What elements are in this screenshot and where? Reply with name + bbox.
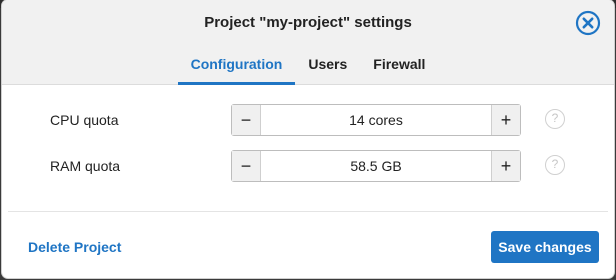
cpu-quota-row: CPU quota − 14 cores + ? — [2, 104, 614, 136]
close-icon — [575, 10, 601, 36]
settings-tabs: Configuration Users Firewall — [2, 56, 614, 85]
cpu-increment-button[interactable]: + — [491, 105, 520, 135]
cpu-decrement-button[interactable]: − — [232, 105, 261, 135]
ram-decrement-button[interactable]: − — [232, 151, 261, 181]
tab-users[interactable]: Users — [295, 56, 360, 84]
tab-firewall[interactable]: Firewall — [360, 56, 438, 84]
cpu-quota-value[interactable]: 14 cores — [261, 105, 491, 135]
cpu-quota-stepper: − 14 cores + — [231, 104, 521, 136]
cpu-help-icon[interactable]: ? — [545, 109, 565, 129]
footer-divider — [8, 211, 608, 212]
ram-help-icon[interactable]: ? — [545, 155, 565, 175]
close-button[interactable] — [575, 10, 601, 36]
project-settings-dialog: Project "my-project" settings Configurat… — [2, 0, 614, 278]
ram-increment-button[interactable]: + — [491, 151, 520, 181]
save-changes-button[interactable]: Save changes — [491, 231, 599, 263]
ram-quota-stepper: − 58.5 GB + — [231, 150, 521, 182]
dialog-header: Project "my-project" settings Configurat… — [2, 0, 614, 85]
cpu-quota-label: CPU quota — [50, 112, 119, 128]
delete-project-link[interactable]: Delete Project — [28, 239, 121, 255]
ram-quota-row: RAM quota − 58.5 GB + ? — [2, 150, 614, 182]
tab-configuration[interactable]: Configuration — [177, 56, 296, 85]
ram-quota-value[interactable]: 58.5 GB — [261, 151, 491, 181]
ram-quota-label: RAM quota — [50, 158, 121, 174]
dialog-title: Project "my-project" settings — [204, 14, 412, 31]
